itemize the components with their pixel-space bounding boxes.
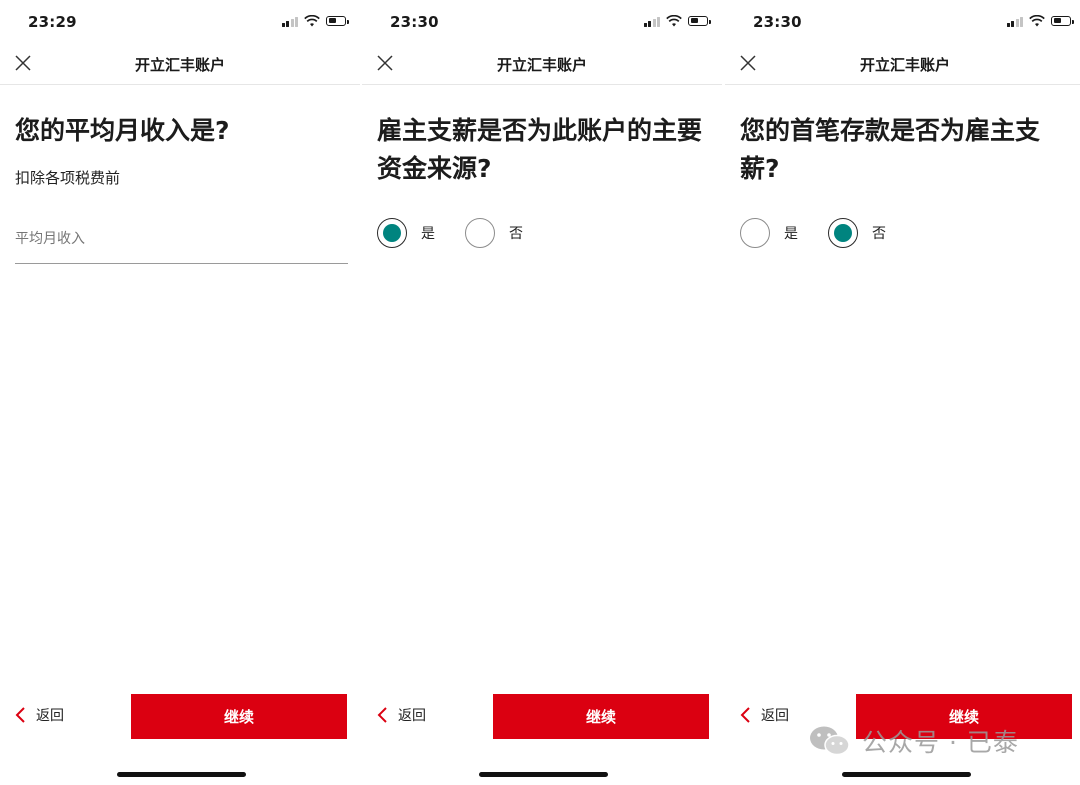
radio-group: 是 否 — [740, 218, 916, 248]
home-indicator — [117, 772, 246, 777]
home-indicator — [479, 772, 608, 777]
status-time: 23:29 — [28, 13, 77, 31]
question-heading: 雇主支薪是否为此账户的主要资金来源? — [377, 116, 703, 183]
back-button[interactable]: 返回 — [14, 705, 64, 725]
nav-bar: 开立汇丰账户 — [725, 44, 1080, 85]
radio-option-yes[interactable]: 是 — [377, 218, 435, 248]
income-input[interactable] — [15, 222, 348, 256]
wifi-icon — [304, 15, 320, 27]
radio-label: 否 — [509, 226, 523, 242]
home-indicator — [842, 772, 971, 777]
page-title: 开立汇丰账户 — [859, 56, 950, 74]
wifi-icon — [666, 15, 682, 27]
radio-option-yes[interactable]: 是 — [740, 218, 798, 248]
back-label: 返回 — [398, 708, 426, 724]
question-heading: 您的平均月收入是? — [15, 116, 230, 145]
chevron-left-icon — [15, 707, 25, 723]
radio-option-no[interactable]: 否 — [465, 218, 523, 248]
back-button[interactable]: 返回 — [739, 705, 789, 725]
radio-button-checked[interactable] — [828, 218, 858, 248]
back-label: 返回 — [761, 708, 789, 724]
battery-icon — [1051, 16, 1074, 26]
radio-label: 是 — [421, 226, 435, 242]
status-icons — [643, 15, 711, 27]
status-icons — [1006, 15, 1074, 27]
page-title: 开立汇丰账户 — [496, 56, 587, 74]
continue-button[interactable]: 继续 — [131, 694, 347, 739]
income-field — [15, 222, 348, 264]
status-time: 23:30 — [390, 13, 439, 31]
nav-bar: 开立汇丰账户 — [0, 44, 360, 85]
radio-label: 是 — [784, 226, 798, 242]
radio-option-no[interactable]: 否 — [828, 218, 886, 248]
back-label: 返回 — [36, 708, 64, 724]
radio-group: 是 否 — [377, 218, 553, 248]
signal-icon — [1006, 16, 1023, 27]
signal-icon — [643, 16, 660, 27]
back-button[interactable]: 返回 — [376, 705, 426, 725]
question-heading: 您的首笔存款是否为雇主支薪? — [740, 116, 1041, 183]
wechat-icon — [810, 726, 850, 756]
screens-container: 23:29 开立汇丰账户 您的平均月收入是? 扣除各项税费前 返回 继续 23:… — [0, 0, 1080, 785]
watermark-text: 公众号 · 已泰 — [862, 728, 1019, 757]
battery-icon — [688, 16, 711, 26]
status-time: 23:30 — [753, 13, 802, 31]
nav-bar: 开立汇丰账户 — [362, 44, 722, 85]
radio-button-unchecked[interactable] — [740, 218, 770, 248]
screen-salary-source: 23:30 开立汇丰账户 雇主支薪是否为此账户的主要资金来源? 是 否 返回 继… — [362, 0, 722, 785]
screen-income: 23:29 开立汇丰账户 您的平均月收入是? 扣除各项税费前 返回 继续 — [0, 0, 360, 785]
screen-first-deposit: 23:30 开立汇丰账户 您的首笔存款是否为雇主支薪? 是 否 返回 继续 — [725, 0, 1080, 785]
radio-button-checked[interactable] — [377, 218, 407, 248]
radio-label: 否 — [872, 226, 886, 242]
battery-icon — [326, 16, 349, 26]
question-subtitle: 扣除各项税费前 — [15, 169, 121, 187]
watermark: 公众号 · 已泰 — [808, 723, 1019, 759]
chevron-left-icon — [740, 707, 750, 723]
status-icons — [281, 15, 349, 27]
radio-button-unchecked[interactable] — [465, 218, 495, 248]
signal-icon — [281, 16, 298, 27]
continue-button[interactable]: 继续 — [493, 694, 709, 739]
wifi-icon — [1029, 15, 1045, 27]
chevron-left-icon — [377, 707, 387, 723]
page-title: 开立汇丰账户 — [134, 56, 225, 74]
